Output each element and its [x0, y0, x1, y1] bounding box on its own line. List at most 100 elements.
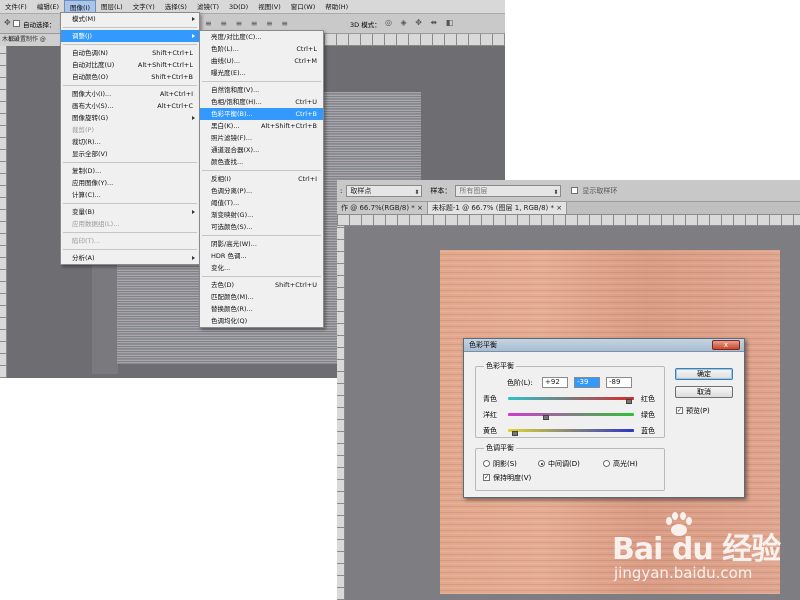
- menu-item[interactable]: 色调均化(Q): [200, 315, 323, 327]
- menu-item[interactable]: 自动对比度(U) Alt+Shift+Ctrl+L: [61, 59, 199, 71]
- sample-layers-select[interactable]: 所有图层 ⬍: [455, 184, 562, 197]
- menu-item-label: 替换颜色(R)...: [211, 305, 253, 313]
- document-tabs: 作 @ 66.7%(RGB/8) * × 未标题-1 @ 66.7% (图层 1…: [337, 202, 800, 215]
- watermark-url: jingyan.baidu.com: [614, 564, 753, 582]
- menu-item[interactable]: 曝光度(E)...: [200, 67, 323, 79]
- menu-item[interactable]: 替换颜色(R)...: [200, 303, 323, 315]
- slider-track[interactable]: [508, 413, 634, 416]
- menu-item-label: 渐变映射(G)...: [211, 211, 254, 219]
- menubar-item[interactable]: 文件(F): [0, 0, 32, 14]
- menu-item[interactable]: 变量(B): [61, 206, 199, 218]
- menu-item-shortcut: Shift+Ctrl+B: [151, 73, 193, 81]
- menu-item[interactable]: 曲线(U)... Ctrl+M: [200, 55, 323, 67]
- menu-item-label: 模式(M): [72, 15, 96, 23]
- menubar-item[interactable]: 视图(V): [253, 0, 286, 14]
- menu-item[interactable]: 匹配颜色(M)...: [200, 291, 323, 303]
- combo-arrow-icon: ⬍: [414, 188, 420, 196]
- tab-document-1[interactable]: 作 @ 66.7%(RGB/8) * ×: [337, 202, 428, 214]
- menu-item-label: 颜色查找...: [211, 158, 244, 166]
- preview-checkbox[interactable]: ✓: [676, 407, 683, 414]
- adjustments-submenu: 亮度/对比度(C)... 色阶(L)... Ctrl+L 曲线(U)... Ctrl+M…: [199, 30, 324, 328]
- menu-item[interactable]: 自然饱和度(V)...: [200, 84, 323, 96]
- color-balance-group-label: 色彩平衡: [486, 362, 514, 370]
- color-balance-dialog: 色彩平衡 x 色彩平衡 色阶(L): +92 -39 -89 色调平衡 ✓ 保持…: [463, 338, 745, 498]
- menu-item[interactable]: 阴影/高光(W)...: [200, 238, 323, 250]
- menu-item-shortcut: Alt+Ctrl+I: [159, 90, 193, 98]
- sample-layers-value: 所有图层: [459, 186, 488, 195]
- menu-item[interactable]: 可选颜色(S)...: [200, 221, 323, 233]
- menu-item[interactable]: 裁切(R)...: [61, 136, 199, 148]
- menu-item[interactable]: 画布大小(S)... Alt+Ctrl+C: [61, 100, 199, 112]
- slider-track[interactable]: [508, 397, 634, 400]
- menu-item-label: 色阶(L)...: [211, 45, 239, 53]
- menu-item[interactable]: 通道混合器(X)...: [200, 144, 323, 156]
- menu-item[interactable]: 色相/饱和度(H)... Ctrl+U: [200, 96, 323, 108]
- menu-item[interactable]: 色彩平衡(B)... Ctrl+B: [200, 108, 323, 120]
- auto-select-checkbox[interactable]: [13, 20, 20, 27]
- menu-item[interactable]: 计算(C)...: [61, 189, 199, 201]
- menu-item[interactable]: 去色(D) Shift+Ctrl+U: [200, 279, 323, 291]
- menu-separator: [202, 276, 321, 277]
- sample-point-select[interactable]: 取样点 ⬍: [346, 184, 423, 197]
- menu-item[interactable]: 自动颜色(O) Shift+Ctrl+B: [61, 71, 199, 83]
- close-icon[interactable]: ×: [556, 204, 562, 212]
- menu-separator: [202, 81, 321, 82]
- preserve-luminosity-checkbox[interactable]: ✓: [483, 474, 490, 481]
- menu-item-label: 应用数据组(L)...: [72, 220, 120, 228]
- slider-thumb[interactable]: [511, 431, 518, 436]
- menu-item[interactable]: 应用图像(Y)...: [61, 177, 199, 189]
- menu-item[interactable]: 颜色查找...: [200, 156, 323, 168]
- menu-item[interactable]: 变化...: [200, 262, 323, 274]
- vertical-ruler: [337, 226, 345, 600]
- menu-item-shortcut: Shift+Ctrl+L: [152, 49, 193, 57]
- show-ring-checkbox[interactable]: [571, 187, 579, 194]
- slider-thumb[interactable]: [543, 415, 550, 420]
- menu-item-label: 图像大小(I)...: [72, 90, 112, 98]
- submenu-arrow-icon: [192, 210, 195, 214]
- menu-item[interactable]: 渐变映射(G)...: [200, 209, 323, 221]
- image-menu: 模式(M) 调整(J) 自动色调(N) Shift+Ctrl+L 自动对比度(U) Alt…: [60, 12, 200, 265]
- move-tool-icon[interactable]: ✥: [4, 18, 11, 27]
- menu-item[interactable]: 黑白(K)... Alt+Shift+Ctrl+B: [200, 120, 323, 132]
- menu-item[interactable]: 分析(A): [61, 252, 199, 264]
- menubar-item[interactable]: 3D(D): [224, 0, 253, 14]
- menu-item[interactable]: 自动色调(N) Shift+Ctrl+L: [61, 47, 199, 59]
- align-icons[interactable]: ≡ ≡ ≡ ≡ ≡ ≡: [205, 19, 291, 28]
- levels-yellow-blue-input[interactable]: -89: [606, 377, 632, 388]
- menu-item[interactable]: 图像大小(I)... Alt+Ctrl+I: [61, 88, 199, 100]
- auto-select-label: 自动选择：: [23, 21, 56, 29]
- menu-item-label: HDR 色调...: [211, 252, 247, 260]
- menu-item-label: 显示全部(V): [72, 150, 108, 158]
- menu-item[interactable]: 调整(J): [61, 30, 199, 42]
- ruler-label: 150: [8, 36, 20, 43]
- menubar-item[interactable]: 帮助(H): [320, 0, 353, 14]
- tone-radio[interactable]: [538, 460, 545, 467]
- close-icon[interactable]: ×: [417, 204, 423, 212]
- tone-radio[interactable]: [483, 460, 490, 467]
- menu-item[interactable]: 显示全部(V): [61, 148, 199, 160]
- slider-thumb[interactable]: [625, 399, 632, 404]
- menu-item[interactable]: 模式(M): [61, 13, 199, 25]
- sample-size-label: 样本：: [430, 186, 452, 195]
- close-button[interactable]: x: [712, 340, 740, 350]
- levels-cyan-red-input[interactable]: +92: [542, 377, 568, 388]
- menu-item[interactable]: 阈值(T)...: [200, 197, 323, 209]
- slider-left-label: 黄色: [483, 427, 497, 435]
- ok-button[interactable]: 确定: [675, 368, 733, 380]
- menu-item[interactable]: HDR 色调...: [200, 250, 323, 262]
- menu-item-label: 照片滤镜(F)...: [211, 134, 253, 142]
- menu-item[interactable]: 亮度/对比度(C)...: [200, 31, 323, 43]
- tab-document-2[interactable]: 未标题-1 @ 66.7% (图层 1, RGB/8) * ×: [427, 202, 568, 214]
- menu-item[interactable]: 复制(D)...: [61, 165, 199, 177]
- menu-item[interactable]: 色阶(L)... Ctrl+L: [200, 43, 323, 55]
- menu-item[interactable]: 反相(I) Ctrl+I: [200, 173, 323, 185]
- slider-track[interactable]: [508, 429, 634, 432]
- menu-item[interactable]: 照片滤镜(F)...: [200, 132, 323, 144]
- menu-item[interactable]: 图像旋转(G): [61, 112, 199, 124]
- 3d-tool-icons[interactable]: ◎ ◈ ✥ ⬌ ◧: [385, 18, 456, 27]
- menubar-item[interactable]: 窗口(W): [286, 0, 321, 14]
- levels-magenta-green-input[interactable]: -39: [574, 377, 600, 388]
- menu-item[interactable]: 色调分离(P)...: [200, 185, 323, 197]
- cancel-button[interactable]: 取消: [675, 386, 733, 398]
- tone-radio[interactable]: [603, 460, 610, 467]
